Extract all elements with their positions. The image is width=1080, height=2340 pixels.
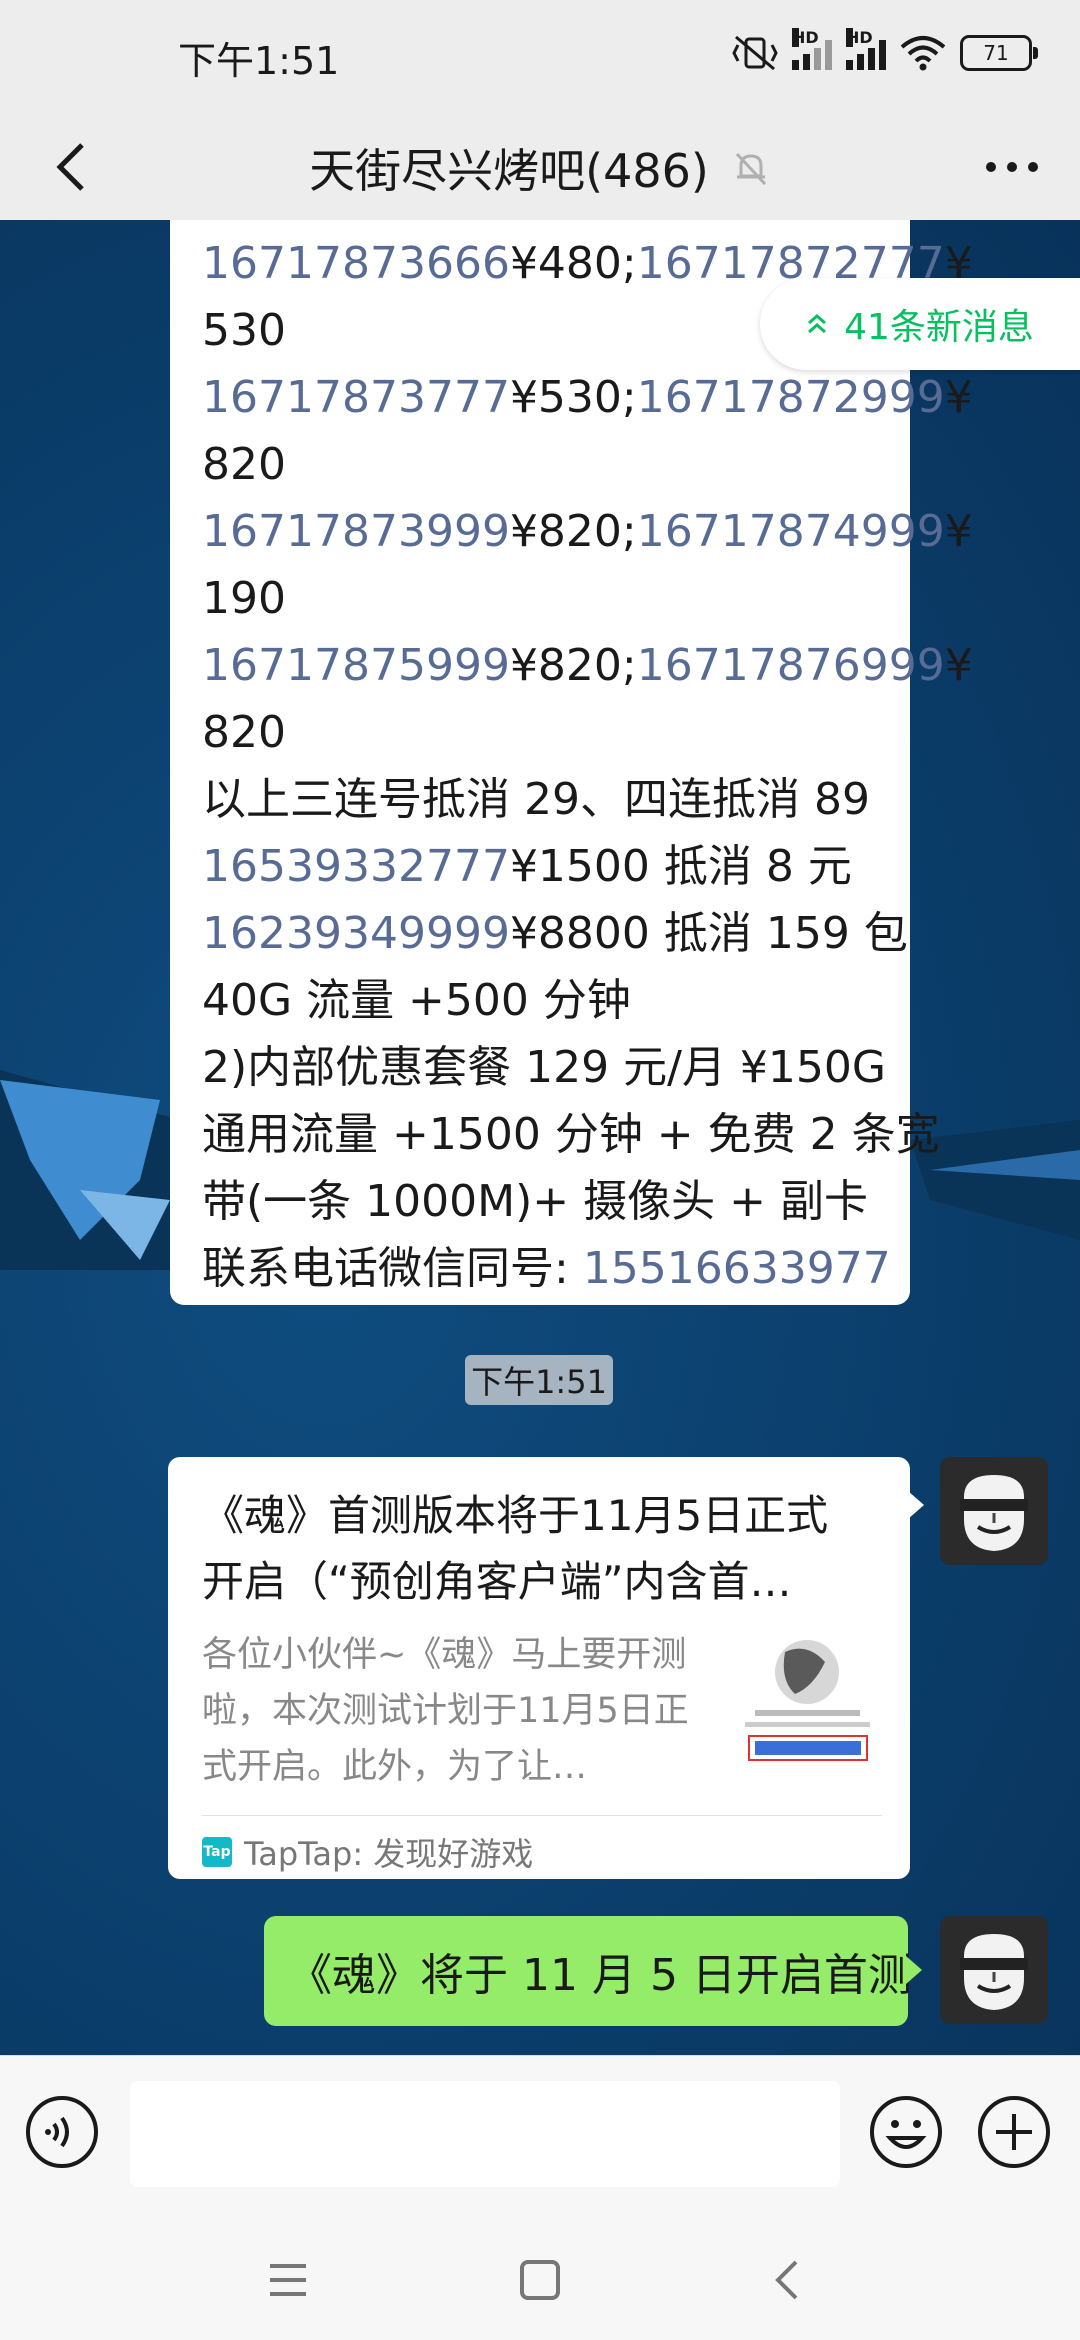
- message-line: 16717873999¥820;16717874999¥: [202, 498, 973, 565]
- plus-icon[interactable]: [976, 2094, 1052, 2170]
- status-icons: HD HD 71: [732, 28, 1038, 78]
- input-bar: [0, 2055, 1080, 2211]
- signal-2-icon: HD: [846, 28, 886, 70]
- link-card-message[interactable]: 《魂》首测版本将于11月5日正式 开启（“预创角客户端”内含首… 各位小伙伴~《…: [168, 1457, 924, 1879]
- message-line: 2)内部优惠套餐 129 元/月 ¥150G: [202, 1034, 886, 1101]
- message-text-segment: 820: [202, 439, 286, 490]
- message-line: 820: [202, 431, 878, 498]
- card-description: 各位小伙伴~《魂》马上要开测啦，本次测试计划于11月5日正式开启。此外，为了让…: [202, 1635, 689, 1787]
- phone-number-link[interactable]: 16717872999: [637, 372, 945, 423]
- message-line: 40G 流量 +500 分钟: [202, 967, 878, 1034]
- mask-avatar-icon: [960, 1934, 1028, 2010]
- title-bar: 天街尽兴烤吧(486): [0, 115, 1080, 220]
- double-chevron-up-icon: [808, 314, 827, 334]
- message-text-segment: 联系电话微信同号:: [202, 1243, 583, 1294]
- message-text-segment: ¥480;: [509, 238, 637, 289]
- phone-number-link[interactable]: 16717873666: [202, 238, 510, 289]
- sent-message-text: 《魂》将于 11 月 5 日开启首测: [288, 1950, 912, 2001]
- message-text-segment: ¥: [944, 640, 973, 691]
- message-line: 通用流量 +1500 分钟 + 免费 2 条宽: [202, 1101, 940, 1168]
- status-bar: 下午1:51 HD HD 71: [0, 0, 1080, 115]
- message-text-segment: 820: [202, 707, 286, 758]
- message-line: 16717873777¥530;16717872999¥: [202, 364, 973, 431]
- bubble-tail: [906, 1956, 922, 1984]
- message-text-segment: 通用流量 +1500 分钟 + 免费 2 条宽: [202, 1109, 940, 1160]
- new-messages-label: 41条新消息: [844, 307, 1034, 348]
- phone-number-link[interactable]: 16717876999: [637, 640, 945, 691]
- message-line: 以上三连号抵消 29、四连抵消 89: [202, 766, 878, 833]
- home-square-icon[interactable]: [510, 2250, 570, 2310]
- back-nav-icon[interactable]: [758, 2250, 818, 2310]
- message-line: 联系电话微信同号: 15516633977: [202, 1235, 891, 1302]
- message-text-segment: 530: [202, 305, 286, 356]
- my-avatar[interactable]: [940, 1916, 1048, 2024]
- message-text-segment: ¥530;: [509, 372, 637, 423]
- chat-title: 天街尽兴烤吧(486): [0, 115, 1080, 220]
- card-title-line1: 《魂》首测版本将于11月5日正式: [202, 1491, 829, 1540]
- message-text-segment: 以上三连号抵消 29、四连抵消 89: [202, 774, 870, 825]
- taptap-logo-icon: Tap: [202, 1837, 232, 1867]
- message-input[interactable]: [130, 2081, 840, 2187]
- signal-1-icon: HD: [792, 28, 832, 70]
- mute-bell-icon: [735, 152, 766, 185]
- system-nav-bar: [0, 2210, 1080, 2340]
- status-time: 下午1:51: [178, 39, 340, 83]
- message-line: 带(一条 1000M)+ 摄像头 + 副卡: [202, 1168, 878, 1235]
- voice-input-icon[interactable]: [24, 2094, 100, 2170]
- vibrate-off-icon: [732, 35, 778, 71]
- new-messages-button[interactable]: 41条新消息: [760, 278, 1080, 370]
- message-line: 190: [202, 565, 878, 632]
- sent-message-bubble[interactable]: 《魂》将于 11 月 5 日开启首测: [264, 1916, 922, 2026]
- text-message-bubble[interactable]: 16717873666¥480;16717872777¥ 530 167178737…: [170, 220, 973, 1305]
- message-text-segment: 190: [202, 573, 286, 624]
- bubble-tail: [908, 1491, 924, 1519]
- chat-title-text: 天街尽兴烤吧(486): [309, 143, 709, 198]
- message-text-segment: ¥: [944, 506, 973, 557]
- phone-number-link[interactable]: 16717875999: [202, 640, 510, 691]
- message-line: 16239349999¥8800 抵消 159 包: [202, 900, 908, 967]
- mask-avatar-icon: [960, 1475, 1028, 1551]
- phone-number-link[interactable]: 15516633977: [583, 1243, 891, 1294]
- avatar[interactable]: [940, 1457, 1048, 1565]
- chat-area[interactable]: 16717873666¥480;16717872777¥ 530 167178737…: [0, 220, 1080, 2055]
- card-source: Tap TapTap: 发现好游戏: [202, 1827, 533, 1877]
- message-text-segment: ¥820;: [509, 506, 637, 557]
- card-title: 《魂》首测版本将于11月5日正式 开启（“预创角客户端”内含首…: [202, 1483, 878, 1615]
- message-line: 820: [202, 699, 878, 766]
- emoji-icon[interactable]: [868, 2094, 944, 2170]
- message-line: 16539332777¥1500 抵消 8 元: [202, 833, 878, 900]
- message-text-segment: ¥820;: [509, 640, 637, 691]
- message-text-segment: 40G 流量 +500 分钟: [202, 975, 631, 1026]
- more-options-button[interactable]: [972, 127, 1052, 207]
- menu-icon[interactable]: [258, 2250, 318, 2310]
- message-text-segment: 带(一条 1000M)+ 摄像头 + 副卡: [202, 1176, 868, 1227]
- message-text-segment: ¥: [944, 372, 973, 423]
- battery-icon: 71: [960, 35, 1038, 71]
- message-line: 16717875999¥820;16717876999¥: [202, 632, 973, 699]
- wifi-icon: [900, 36, 946, 71]
- phone-number-link[interactable]: 16717873777: [202, 372, 510, 423]
- card-divider: [202, 1815, 882, 1816]
- message-text: 16717873666¥480;16717872777¥ 530 167178737…: [202, 230, 973, 1302]
- message-timestamp: 下午1:51: [465, 1355, 613, 1405]
- card-source-label: TapTap: 发现好游戏: [244, 1835, 534, 1873]
- message-text-segment: ¥1500 抵消 8 元: [509, 841, 852, 892]
- message-text-segment: ¥8800 抵消 159 包: [509, 908, 908, 959]
- phone-number-link[interactable]: 16539332777: [202, 841, 510, 892]
- card-title-line2: 开启（“预创角客户端”内含首…: [202, 1557, 792, 1606]
- card-thumbnail-image: [735, 1632, 880, 1772]
- phone-number-link[interactable]: 16717873999: [202, 506, 510, 557]
- message-text-segment: 2)内部优惠套餐 129 元/月 ¥150G: [202, 1042, 886, 1093]
- phone-number-link[interactable]: 16717874999: [637, 506, 945, 557]
- more-dots-icon: [986, 162, 1038, 172]
- phone-number-link[interactable]: 16239349999: [202, 908, 510, 959]
